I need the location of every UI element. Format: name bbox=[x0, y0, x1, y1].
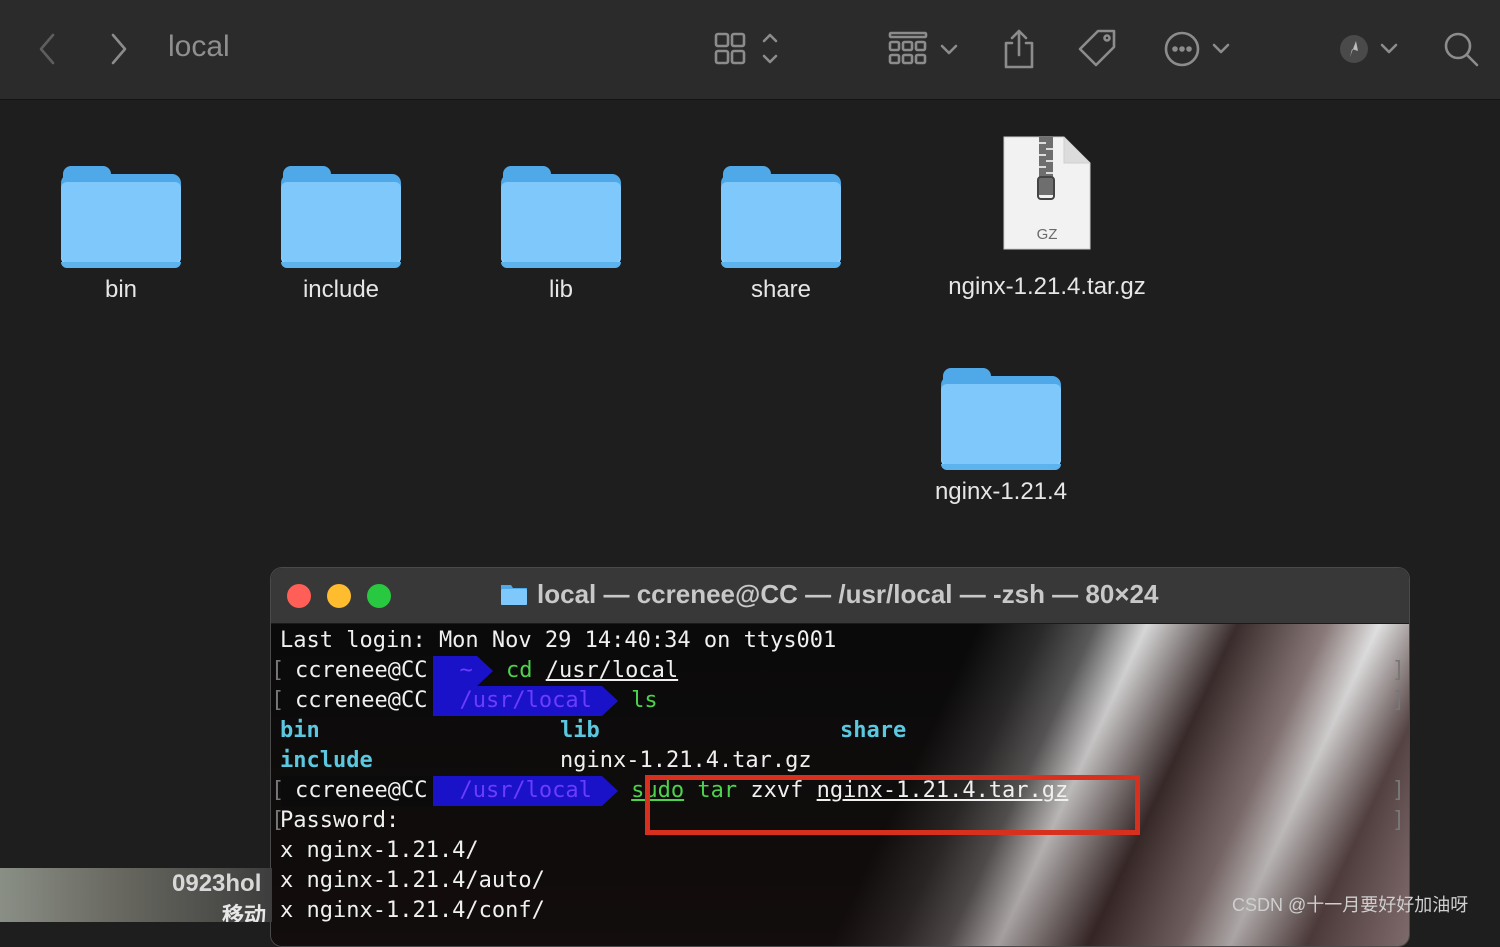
widget-text: 移动 bbox=[222, 903, 267, 922]
item-label: include bbox=[302, 276, 380, 303]
folder-icon bbox=[721, 166, 841, 268]
tag-icon[interactable] bbox=[1076, 26, 1120, 72]
folder-icon bbox=[941, 368, 1061, 470]
share-icon[interactable] bbox=[1000, 26, 1038, 72]
watermark: CSDN @十一月要好好加油呀 bbox=[1232, 895, 1469, 915]
prompt-user: ccrenee@CC bbox=[281, 656, 434, 686]
folder-icon bbox=[281, 166, 401, 268]
zoom-button[interactable] bbox=[367, 584, 391, 608]
airdrop-icon[interactable] bbox=[1338, 26, 1402, 72]
ls-entry: nginx-1.21.4.tar.gz bbox=[560, 748, 812, 773]
group-icon[interactable] bbox=[886, 26, 962, 72]
terminal-window[interactable]: local — ccrenee@CC — /usr/local — -zsh —… bbox=[270, 567, 1410, 947]
forward-icon[interactable] bbox=[104, 26, 134, 72]
widget-text: 0923hol bbox=[172, 870, 262, 897]
prompt-line: ccrenee@CC/usr/local ls bbox=[281, 686, 658, 716]
more-actions-icon[interactable] bbox=[1162, 26, 1236, 72]
archive-item-nginx-tar-gz[interactable]: GZ nginx-1.21.4.tar.gz bbox=[947, 135, 1147, 301]
item-label: nginx-1.21.4.tar.gz bbox=[948, 273, 1146, 300]
window-title: local bbox=[168, 30, 230, 63]
prompt-user: ccrenee@CC bbox=[281, 776, 434, 806]
terminal-line: Last login: Mon Nov 29 14:40:34 on ttys0… bbox=[280, 628, 837, 653]
folder-item-include[interactable]: include bbox=[241, 166, 441, 304]
item-label: nginx-1.21.4 bbox=[934, 478, 1068, 505]
folder-item-share[interactable]: share bbox=[681, 166, 881, 304]
item-label: bin bbox=[104, 276, 138, 303]
back-icon[interactable] bbox=[32, 26, 62, 72]
terminal-line: x nginx-1.21.4/auto/ bbox=[280, 868, 545, 893]
ls-entry: share bbox=[840, 718, 907, 743]
icon-view-icon[interactable] bbox=[712, 26, 786, 72]
terminal-title: local — ccrenee@CC — /usr/local — -zsh —… bbox=[537, 579, 1159, 609]
prompt-path: ~ bbox=[433, 656, 477, 686]
prompt-path: /usr/local bbox=[433, 776, 602, 806]
terminal-line: Password: bbox=[280, 808, 400, 833]
highlight-box bbox=[645, 775, 1140, 835]
ls-entry: include bbox=[280, 748, 373, 773]
item-label: lib bbox=[548, 276, 573, 303]
minimize-button[interactable] bbox=[327, 584, 351, 608]
ls-entry: lib bbox=[560, 718, 600, 743]
close-button[interactable] bbox=[287, 584, 311, 608]
gz-badge: GZ bbox=[1037, 226, 1058, 243]
folder-item-nginx[interactable]: nginx-1.21.4 bbox=[901, 368, 1101, 506]
item-label: share bbox=[750, 276, 812, 303]
folder-item-lib[interactable]: lib bbox=[461, 166, 661, 304]
folder-icon bbox=[61, 166, 181, 268]
terminal-line: x nginx-1.21.4/ bbox=[280, 838, 479, 863]
folder-icon bbox=[501, 585, 527, 605]
background-widget: 0923hol 移动 bbox=[0, 868, 272, 922]
terminal-titlebar: local — ccrenee@CC — /usr/local — -zsh —… bbox=[271, 568, 1409, 624]
gz-file-icon: GZ bbox=[1002, 135, 1092, 253]
prompt-line: ccrenee@CC ~ cd /usr/local bbox=[281, 656, 678, 686]
finder-toolbar: local bbox=[0, 0, 1500, 100]
folder-icon bbox=[501, 166, 621, 268]
search-icon[interactable] bbox=[1442, 26, 1480, 72]
folder-item-bin[interactable]: bin bbox=[21, 166, 221, 304]
prompt-user: ccrenee@CC bbox=[281, 686, 434, 716]
prompt-path: /usr/local bbox=[433, 686, 602, 716]
ls-entry: bin bbox=[280, 718, 320, 743]
